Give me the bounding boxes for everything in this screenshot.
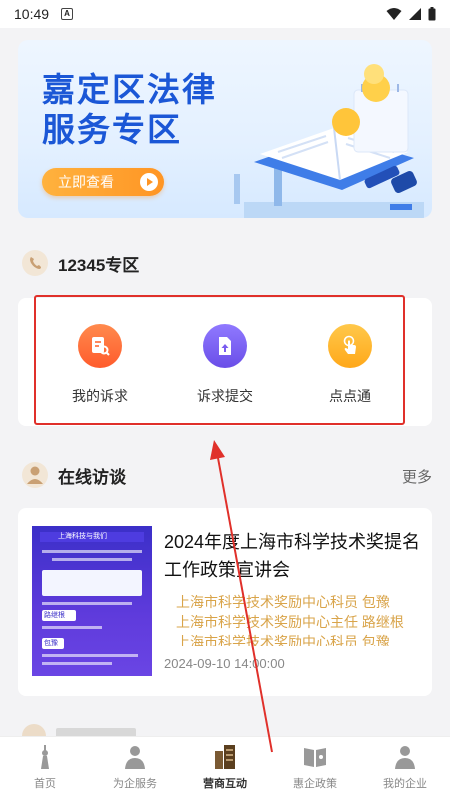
dian-dian-tong-label: 点点通 [329,388,371,404]
law-book-illustration [234,64,424,218]
thumb-tag-1: 路继根 [44,612,65,619]
interaction-icon [215,745,235,769]
thumb-tag-2: 包豫 [44,640,58,647]
more-link[interactable]: 更多 [402,466,432,487]
phone-icon [22,250,48,276]
my-appeals-label: 我的诉求 [72,388,128,404]
nav-enterprise-service[interactable]: 为企服务 [90,737,180,800]
legal-service-banner[interactable]: 嘉定区法律 服务专区 立即查看 [18,40,432,218]
article-speaker: 上海市科学技术奖励中心主任 路继根 [176,614,404,630]
section-12345-header: 12345专区 [22,250,139,276]
upload-file-icon [203,324,247,368]
service-12345-card: 我的诉求 诉求提交 点点通 [18,298,432,426]
banner-title: 嘉定区法律 服务专区 [42,71,217,148]
interview-article-card[interactable]: 上海科技与我们 路继根 包豫 2024年度上海市科学技术奖提名工作政策宣讲会 上… [18,508,432,696]
document-search-icon [78,324,122,368]
section-interview-header: 在线访谈 [22,462,126,488]
article-title: 2024年度上海市科学技术奖提名工作政策宣讲会 [164,532,421,580]
thumb-brand: 上海科技与我们 [58,533,107,540]
section-12345-title: 12345专区 [58,255,140,275]
service-person-icon [125,746,145,769]
status-time: 10:49 [14,6,50,22]
battery-icon [428,7,436,21]
submit-appeal-button[interactable]: 诉求提交 [165,324,285,406]
my-appeals-button[interactable]: 我的诉求 [40,324,160,406]
nav-my-enterprise[interactable]: 我的企业 [360,737,450,800]
status-bar: 10:49 A [0,0,450,28]
nav-business-interaction[interactable]: 营商互动 [180,737,270,800]
wifi-icon [386,8,402,20]
user-icon [395,746,415,769]
policy-icon [304,748,326,767]
submit-appeal-label: 诉求提交 [197,388,253,404]
tap-hand-icon [328,324,372,368]
arrow-right-icon [140,173,158,191]
tower-icon [41,745,49,769]
view-now-button[interactable]: 立即查看 [42,168,164,196]
section-interview-title: 在线访谈 [58,467,126,487]
person-icon [22,462,48,488]
article-thumbnail: 上海科技与我们 路继根 包豫 [32,526,152,676]
article-speaker: 上海市科学技术奖励中心科员 包豫 [176,634,390,646]
nav-policy[interactable]: 惠企政策 [270,737,360,800]
signal-icon [409,8,421,20]
bottom-nav: 首页 为企服务 营商互动 惠企政策 我的企业 [0,736,450,800]
article-datetime: 2024-09-10 14:00:00 [164,656,285,671]
article-speaker: 上海市科学技术奖励中心科员 包豫 [176,594,390,610]
dian-dian-tong-button[interactable]: 点点通 [290,324,410,406]
notification-icon: A [61,8,74,20]
nav-home[interactable]: 首页 [0,737,90,800]
